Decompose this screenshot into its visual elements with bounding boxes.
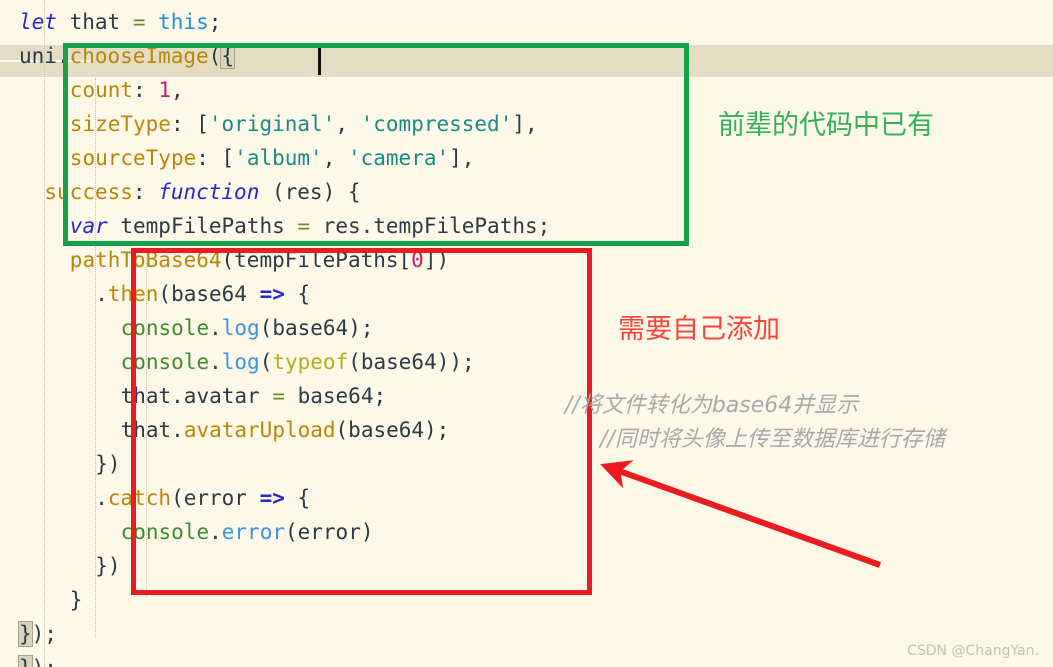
red-annotation-label: 需要自己添加 [618, 314, 780, 345]
code-editor-screenshot: let that = this; uni.chooseImage({count: … [0, 0, 1053, 667]
code-token: ); [32, 656, 57, 667]
code-token: }) [95, 452, 121, 476]
code-token: }) [95, 554, 121, 578]
red-annotation-box [131, 248, 592, 595]
brace-match-highlight: } [18, 621, 33, 647]
code-token: that [69, 10, 121, 34]
code-token: this [158, 10, 209, 34]
watermark: CSDN @ChangYan. [907, 643, 1039, 659]
code-token: . [95, 282, 108, 306]
code-token: } [69, 588, 83, 612]
code-line[interactable]: }); [0, 617, 1053, 651]
code-line[interactable]: }); [0, 651, 1053, 667]
green-annotation-label: 前辈的代码中已有 [718, 110, 934, 141]
green-annotation-box [63, 43, 689, 246]
ghost-comment-1: //将文件转化为base64并显示 [565, 393, 859, 418]
code-token: ); [31, 622, 57, 646]
code-token: = [132, 10, 146, 34]
red-arrow [600, 460, 882, 568]
code-token: let [19, 10, 57, 34]
code-token: uni [19, 44, 57, 68]
brace-match-highlight: } [18, 655, 33, 667]
code-token: . [95, 486, 108, 510]
code-token: ; [208, 10, 222, 34]
code-line[interactable]: let that = this; [0, 5, 1053, 39]
